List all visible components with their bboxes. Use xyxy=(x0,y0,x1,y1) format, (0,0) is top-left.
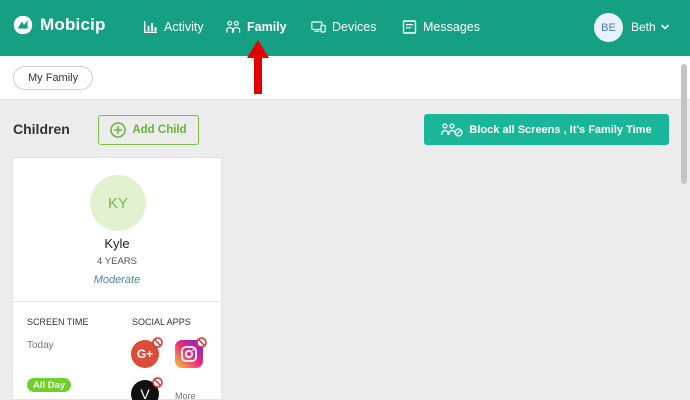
add-child-button[interactable]: Add Child xyxy=(98,115,199,145)
social-apps-label: SOCIAL APPS xyxy=(132,317,191,327)
screen-time-day: Today xyxy=(27,340,54,351)
nav-family[interactable]: Family xyxy=(226,18,287,36)
scrollbar-thumb[interactable] xyxy=(681,64,687,184)
mobicip-logo-icon xyxy=(13,15,33,35)
child-name: Kyle xyxy=(104,236,130,251)
add-child-label: Add Child xyxy=(132,124,187,136)
devices-icon xyxy=(311,21,326,33)
card-divider xyxy=(13,301,221,302)
nav-activity-label: Activity xyxy=(164,20,204,34)
top-nav: Mobicip Activity Family Devices Messages… xyxy=(0,0,690,56)
nav-messages-label: Messages xyxy=(423,20,480,34)
block-all-screens-label: Block all Screens , It's Family Time xyxy=(469,123,652,136)
user-avatar[interactable]: BE xyxy=(594,13,623,42)
nav-devices-label: Devices xyxy=(332,20,377,34)
nav-family-label: Family xyxy=(247,20,287,34)
message-icon xyxy=(402,20,417,34)
screen-time-label: SCREEN TIME xyxy=(27,317,89,327)
block-all-screens-button[interactable]: Block all Screens , It's Family Time xyxy=(424,114,669,145)
family-block-icon xyxy=(441,122,464,137)
section-title-children: Children xyxy=(13,121,70,137)
child-age: 4 YEARS xyxy=(97,256,137,267)
brand-logo[interactable]: Mobicip xyxy=(12,14,106,36)
blocked-badge-icon xyxy=(152,377,163,388)
red-annotation-arrow-icon xyxy=(247,40,269,94)
blocked-badge-icon xyxy=(196,337,207,348)
filter-level: Moderate xyxy=(93,274,141,286)
chevron-down-icon[interactable] xyxy=(660,22,670,32)
family-icon xyxy=(226,20,241,33)
bar-chart-icon xyxy=(144,21,157,33)
nav-activity[interactable]: Activity xyxy=(143,18,204,36)
more-apps-link[interactable]: More xyxy=(175,391,196,400)
child-avatar[interactable]: KY xyxy=(90,175,146,231)
screen-time-badge: All Day xyxy=(27,378,72,392)
nav-messages[interactable]: Messages xyxy=(402,18,480,36)
sub-nav-bar: My Family xyxy=(0,56,690,100)
blocked-badge-icon xyxy=(152,337,163,348)
nav-devices[interactable]: Devices xyxy=(311,18,376,36)
tab-my-family[interactable]: My Family xyxy=(13,66,94,90)
plus-circle-icon xyxy=(110,122,127,138)
brand-name: Mobicip xyxy=(40,15,106,34)
user-name[interactable]: Beth xyxy=(631,20,656,34)
